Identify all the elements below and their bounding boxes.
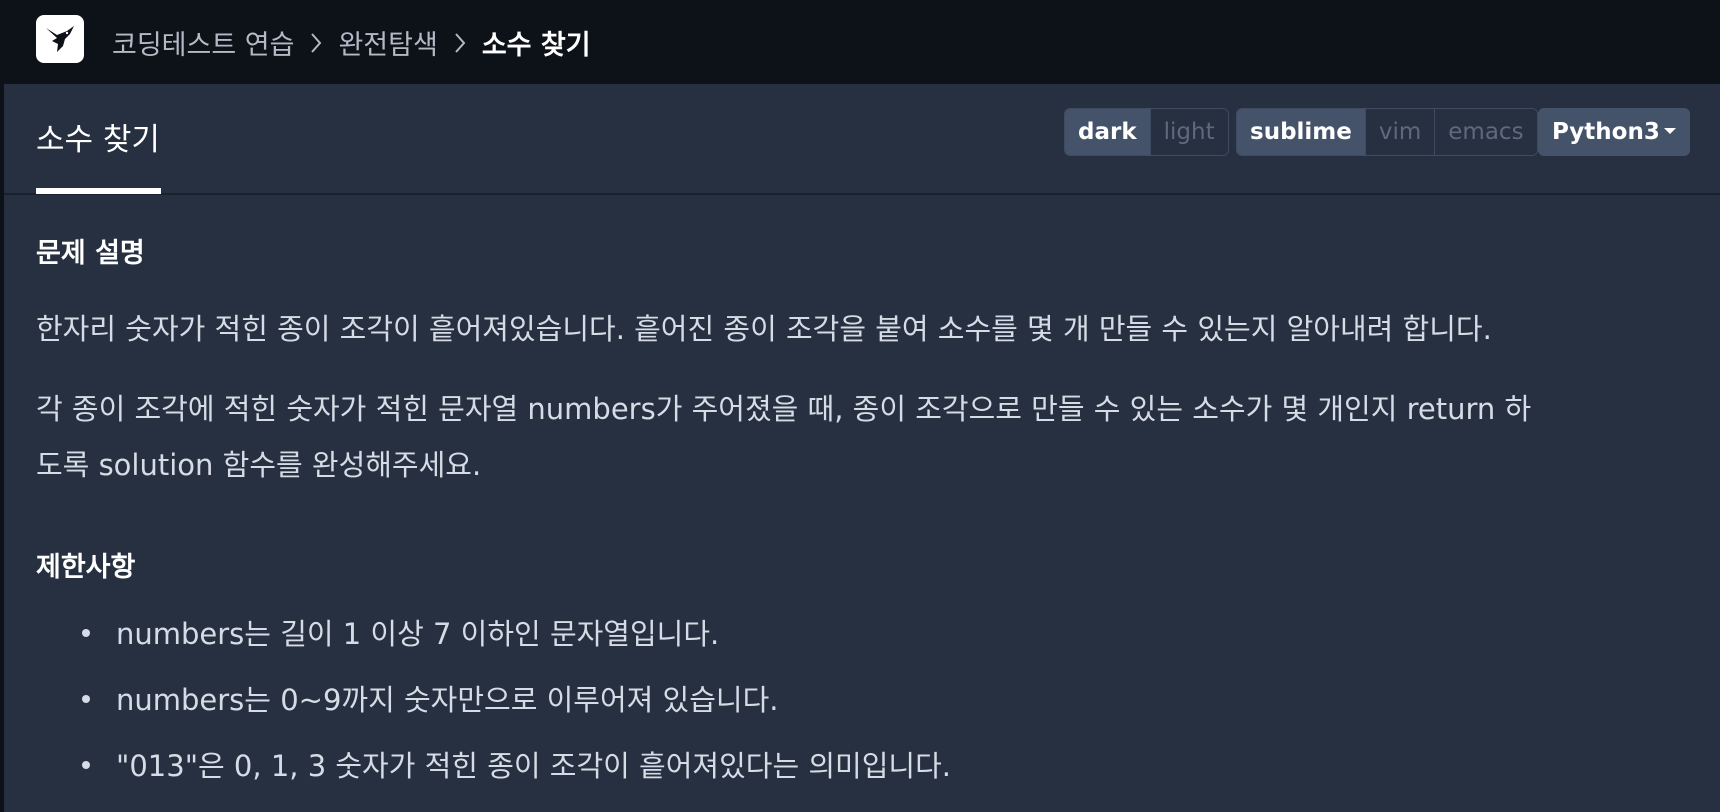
constraints-heading: 제한사항: [36, 552, 136, 583]
language-select-dropdown[interactable]: Python3: [1538, 108, 1690, 156]
breadcrumb-item-current: 소수 찾기: [481, 29, 591, 61]
description-paragraph-2-line-2: 도록 solution 함수를 완성해주세요.: [36, 448, 482, 482]
chevron-right-icon: [438, 27, 482, 58]
tab-problem-title[interactable]: 소수 찾기: [36, 114, 160, 159]
hummingbird-logo-icon: [46, 26, 74, 52]
keymap-sublime-button[interactable]: sublime: [1237, 109, 1365, 155]
breadcrumb-item-coding-test[interactable]: 코딩테스트 연습: [112, 23, 294, 62]
problem-tabbar: 소수 찾기 dark light sublime vim emacs Pytho…: [4, 84, 1720, 195]
constraint-text: "013"은 0, 1, 3 숫자가 적힌 종이 조각이 흩어져있다는 의미입니…: [116, 749, 951, 783]
breadcrumb: 코딩테스트 연습 완전탐색 소수 찾기: [112, 0, 591, 84]
top-navbar: 코딩테스트 연습 완전탐색 소수 찾기: [0, 0, 1720, 84]
theme-dark-button[interactable]: dark: [1065, 109, 1150, 155]
breadcrumb-item-category[interactable]: 완전탐색: [338, 23, 437, 62]
description-paragraph-2-line-1: 각 종이 조각에 적힌 숫자가 적힌 문자열 numbers가 주어졌을 때, …: [36, 392, 1532, 426]
description-heading: 문제 설명: [36, 238, 145, 269]
programmers-logo-icon[interactable]: [36, 15, 84, 63]
chevron-right-icon: [294, 27, 338, 58]
keymap-toggle-group: sublime vim emacs: [1236, 108, 1538, 156]
keymap-vim-button[interactable]: vim: [1364, 109, 1435, 155]
constraint-text: numbers는 길이 1 이상 7 이하인 문자열입니다.: [116, 617, 720, 651]
language-select-value: Python3: [1552, 119, 1660, 145]
bullet-dot: [82, 629, 90, 637]
theme-light-button[interactable]: light: [1149, 109, 1228, 155]
keymap-emacs-button[interactable]: emacs: [1434, 109, 1537, 155]
theme-toggle-group: dark light: [1064, 108, 1229, 156]
caret-down-icon: [1664, 128, 1676, 134]
bullet-dot: [82, 695, 90, 703]
constraint-text: numbers는 0~9까지 숫자만으로 이루어져 있습니다.: [116, 683, 779, 717]
bullet-dot: [82, 761, 90, 769]
description-paragraph-1: 한자리 숫자가 적힌 종이 조각이 흩어져있습니다. 흩어진 종이 조각을 붙여…: [36, 312, 1492, 346]
active-tab-indicator: [36, 188, 161, 194]
